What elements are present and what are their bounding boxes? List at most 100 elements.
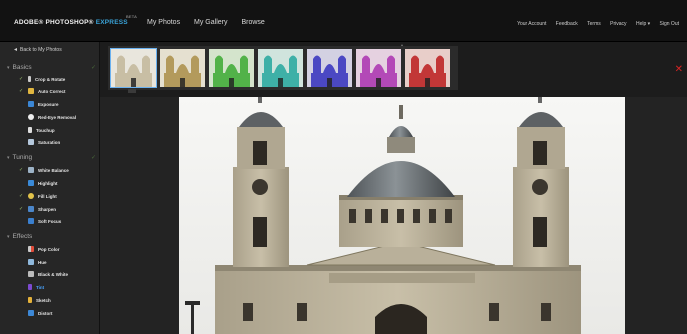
tool-sketch-label: Sketch bbox=[36, 298, 51, 303]
tool-touchup-label: Touchup bbox=[36, 128, 55, 133]
applied-check-icon: ✓ bbox=[19, 76, 24, 82]
soft-focus-icon bbox=[28, 218, 34, 224]
tint-thumbnail[interactable] bbox=[110, 48, 157, 88]
tool-saturation-label: Saturation bbox=[38, 140, 61, 145]
tool-exposure[interactable]: Exposure bbox=[28, 101, 59, 107]
tool-distort-label: Distort bbox=[38, 311, 53, 316]
effect-preview-bar: ▴ ✕ bbox=[100, 42, 687, 97]
distort-icon bbox=[28, 310, 34, 316]
nav-my-photos[interactable]: My Photos bbox=[147, 19, 180, 26]
tool-distort[interactable]: Distort bbox=[28, 310, 53, 316]
tool-white-balance[interactable]: ✓ White Balance bbox=[19, 167, 69, 173]
tool-touchup[interactable]: Touchup bbox=[28, 127, 55, 133]
tool-fill-light[interactable]: ✓ Fill Light bbox=[19, 193, 57, 199]
tool-sharpen[interactable]: ✓ Sharpen bbox=[19, 206, 56, 212]
sharpen-icon bbox=[28, 206, 34, 212]
tint-thumbnail[interactable] bbox=[160, 49, 205, 87]
tool-soft-focus[interactable]: Soft Focus bbox=[28, 218, 61, 224]
app-logo: ADOBE® PHOTOSHOP® EXPRESS BETA bbox=[14, 14, 137, 26]
collapse-triangle-icon: ▾ bbox=[7, 65, 10, 71]
collapse-triangle-icon: ▾ bbox=[7, 155, 10, 161]
tool-fill-light-label: Fill Light bbox=[38, 194, 57, 199]
section-basics-label: Basics bbox=[12, 64, 32, 71]
tool-black-white-label: Black & White bbox=[38, 272, 69, 277]
tint-thumbnail[interactable] bbox=[356, 49, 401, 87]
tool-tint-label: Tint bbox=[36, 285, 45, 290]
nav-browse[interactable]: Browse bbox=[241, 19, 264, 26]
tool-saturation[interactable]: Saturation bbox=[28, 139, 60, 145]
logo-beta-badge: BETA bbox=[126, 14, 137, 19]
nav-your-account[interactable]: Your Account bbox=[517, 21, 546, 27]
crop-icon bbox=[28, 76, 31, 82]
tool-red-eye-label: Red-Eye Removal bbox=[38, 115, 77, 120]
tint-thumbnail[interactable] bbox=[209, 49, 254, 87]
nav-my-gallery[interactable]: My Gallery bbox=[194, 19, 227, 26]
tint-thumbnail[interactable] bbox=[405, 49, 450, 87]
section-effects-header[interactable]: ▾ Effects bbox=[7, 233, 32, 240]
tool-pop-color[interactable]: Pop Color bbox=[28, 246, 60, 252]
basilica-photo-image bbox=[179, 97, 625, 334]
tool-highlight[interactable]: Highlight bbox=[28, 180, 58, 186]
tool-tint[interactable]: Tint bbox=[28, 284, 44, 290]
tool-black-white[interactable]: Black & White bbox=[28, 271, 68, 277]
highlight-icon bbox=[28, 180, 34, 186]
photo-canvas bbox=[100, 97, 687, 334]
nav-help[interactable]: Help ▾ bbox=[636, 21, 650, 27]
section-tuning-label: Tuning bbox=[12, 154, 33, 161]
tool-hue-label: Hue bbox=[38, 260, 47, 265]
tint-thumbnail[interactable] bbox=[258, 49, 303, 87]
section-tuning-header[interactable]: ▾ Tuning ✓ bbox=[7, 154, 96, 161]
section-done-check-icon: ✓ bbox=[91, 155, 97, 161]
back-arrow-icon: ◂ bbox=[14, 47, 18, 53]
edited-photo-basilica bbox=[179, 97, 625, 334]
tint-brush-icon bbox=[28, 284, 32, 290]
pencil-icon bbox=[28, 297, 32, 303]
logo-express-text: EXPRESS bbox=[95, 19, 128, 26]
bulb-icon bbox=[28, 193, 34, 199]
applied-check-icon: ✓ bbox=[19, 206, 24, 212]
nav-terms[interactable]: Terms bbox=[587, 21, 601, 27]
close-icon[interactable]: ✕ bbox=[675, 64, 683, 75]
tool-hue[interactable]: Hue bbox=[28, 259, 47, 265]
account-nav: Your Account Feedback Terms Privacy Help… bbox=[509, 21, 679, 27]
tool-crop-rotate-label: Crop & Rotate bbox=[35, 77, 66, 82]
nav-privacy[interactable]: Privacy bbox=[610, 21, 626, 27]
logo-main-text: ADOBE® PHOTOSHOP® bbox=[14, 19, 96, 26]
white-balance-icon bbox=[28, 167, 34, 173]
magic-wand-icon bbox=[28, 88, 34, 94]
tools-sidebar: ◂ Back to My Photos ▾ Basics ✓ ✓ Crop & Ro… bbox=[0, 42, 100, 334]
applied-check-icon: ✓ bbox=[19, 193, 24, 199]
tool-red-eye-removal[interactable]: Red-Eye Removal bbox=[28, 114, 76, 120]
eye-icon bbox=[28, 114, 34, 120]
tool-exposure-label: Exposure bbox=[38, 102, 59, 107]
tool-pop-color-label: Pop Color bbox=[38, 247, 60, 252]
top-navigation-bar: ADOBE® PHOTOSHOP® EXPRESS BETA My Photos… bbox=[0, 0, 687, 42]
section-done-check-icon: ✓ bbox=[91, 65, 97, 71]
tool-sketch[interactable]: Sketch bbox=[28, 297, 51, 303]
tool-white-balance-label: White Balance bbox=[38, 168, 69, 173]
black-white-icon bbox=[28, 271, 34, 277]
tint-thumbnail[interactable] bbox=[307, 49, 352, 87]
nav-feedback[interactable]: Feedback bbox=[556, 21, 578, 27]
tool-highlight-label: Highlight bbox=[38, 181, 58, 186]
filmstrip-scroll-handle[interactable] bbox=[128, 89, 136, 93]
section-basics-header[interactable]: ▾ Basics ✓ bbox=[7, 64, 96, 71]
nav-sign-out[interactable]: Sign Out bbox=[660, 21, 679, 27]
section-effects-label: Effects bbox=[12, 233, 33, 240]
applied-check-icon: ✓ bbox=[19, 167, 24, 173]
hue-icon bbox=[28, 259, 34, 265]
back-label: Back to My Photos bbox=[20, 47, 62, 53]
collapse-triangle-icon: ▾ bbox=[7, 234, 10, 240]
tint-variation-filmstrip bbox=[108, 46, 458, 90]
saturation-icon bbox=[28, 139, 34, 145]
exposure-icon bbox=[28, 101, 34, 107]
tool-auto-correct[interactable]: ✓ Auto Correct bbox=[19, 88, 66, 94]
tool-crop-rotate[interactable]: ✓ Crop & Rotate bbox=[19, 76, 66, 82]
tool-soft-focus-label: Soft Focus bbox=[38, 219, 62, 224]
back-to-my-photos-link[interactable]: ◂ Back to My Photos bbox=[14, 46, 62, 53]
tool-auto-correct-label: Auto Correct bbox=[38, 89, 66, 94]
applied-check-icon: ✓ bbox=[19, 88, 24, 94]
pop-color-icon bbox=[28, 246, 34, 252]
brush-icon bbox=[28, 127, 32, 133]
main-nav: My Photos My Gallery Browse bbox=[147, 19, 277, 26]
